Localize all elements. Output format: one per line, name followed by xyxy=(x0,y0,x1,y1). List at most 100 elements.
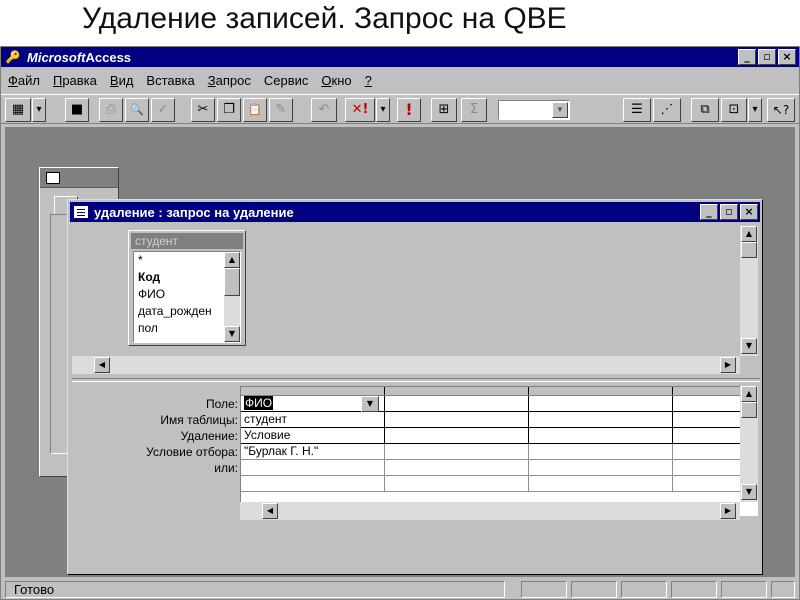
grid-cell[interactable] xyxy=(528,459,674,476)
status-indicator xyxy=(571,581,617,598)
properties-icon[interactable]: ☰ xyxy=(623,98,651,122)
new-object-dropdown-icon[interactable]: ▾ xyxy=(748,98,762,122)
format-painter-icon[interactable]: ✎ xyxy=(269,98,293,122)
slide-title: Удаление записей. Запрос на QBE xyxy=(82,2,567,35)
print-preview-icon[interactable]: 🔍 xyxy=(125,98,149,122)
menubar: Файл Правка Вид Вставка Запрос Сервис Ок… xyxy=(1,69,799,91)
table-pane-hscroll[interactable]: ◀ ▶ xyxy=(72,356,740,374)
menu-view[interactable]: Вид xyxy=(104,73,140,88)
cut-icon[interactable]: ✂ xyxy=(191,98,215,122)
scroll-left-icon[interactable]: ◀ xyxy=(262,503,278,519)
grid-row-labels: Поле: Имя таблицы: Удаление: Условие отб… xyxy=(72,396,238,476)
row-label-field: Поле: xyxy=(205,397,238,411)
scroll-right-icon[interactable]: ▶ xyxy=(720,503,736,519)
grid-cell[interactable] xyxy=(528,411,674,428)
status-indicator xyxy=(671,581,717,598)
print-icon[interactable]: ⎙ xyxy=(99,98,123,122)
scroll-right-icon[interactable]: ▶ xyxy=(720,357,736,373)
paste-icon[interactable]: 📋 xyxy=(243,98,267,122)
top-values-dropdown-icon[interactable]: ▼ xyxy=(552,102,568,118)
pane-splitter[interactable] xyxy=(72,378,760,382)
grid-cell-delete[interactable]: Условие xyxy=(241,427,386,444)
status-indicator xyxy=(521,581,567,598)
query-minimize-button[interactable]: _ xyxy=(700,204,718,220)
grid-cell[interactable] xyxy=(528,475,674,492)
row-label-criteria: Условие отбора: xyxy=(146,445,238,459)
app-title-name: Access xyxy=(85,49,132,65)
view-icon[interactable]: ▦ xyxy=(5,98,31,122)
scroll-thumb[interactable] xyxy=(224,268,240,296)
undo-icon[interactable]: ↶ xyxy=(311,98,337,122)
design-grid-pane: Поле: Имя таблицы: Удаление: Условие отб… xyxy=(72,386,760,572)
grid-cell[interactable] xyxy=(384,459,530,476)
database-window-icon[interactable]: ⧉ xyxy=(691,98,719,122)
status-indicator xyxy=(771,581,795,598)
build-icon[interactable]: ⋰ xyxy=(653,98,681,122)
query-type-icon[interactable]: ✕! xyxy=(345,98,375,122)
scroll-down-icon[interactable]: ▼ xyxy=(741,484,757,500)
grid-cell-table[interactable]: студент xyxy=(241,411,386,428)
help-icon[interactable]: ↖? xyxy=(767,98,795,122)
menu-tools[interactable]: Сервис xyxy=(258,73,315,88)
grid-cell[interactable] xyxy=(384,411,530,428)
scroll-left-icon[interactable]: ◀ xyxy=(94,357,110,373)
query-type-dropdown-icon[interactable]: ▾ xyxy=(376,98,390,122)
save-icon[interactable]: ■ xyxy=(65,98,89,122)
field-list-student[interactable]: студент * Код ФИО дата_рожден пол ▲ ▼ xyxy=(128,230,246,346)
table-pane-area[interactable]: студент * Код ФИО дата_рожден пол ▲ ▼ xyxy=(74,226,740,356)
top-values-combo[interactable]: ▼ xyxy=(498,100,570,120)
grid-cell-criteria[interactable]: "Бурлак Г. Н." xyxy=(241,443,386,460)
scroll-up-icon[interactable]: ▲ xyxy=(741,386,757,402)
menu-query[interactable]: Запрос xyxy=(202,73,257,88)
app-close-button[interactable]: × xyxy=(778,49,796,65)
query-icon xyxy=(74,206,88,218)
column-selector[interactable] xyxy=(241,387,386,396)
show-table-icon[interactable]: ⊞ xyxy=(431,98,457,122)
grid-hscroll[interactable]: ◀ ▶ xyxy=(240,502,740,520)
new-object-icon[interactable]: ⊡ xyxy=(721,98,747,122)
scroll-thumb[interactable] xyxy=(741,242,757,258)
app-title-brand: Microsoft xyxy=(27,49,86,65)
statusbar: Готово xyxy=(1,579,799,599)
scroll-up-icon[interactable]: ▲ xyxy=(741,226,757,242)
scroll-up-icon[interactable]: ▲ xyxy=(224,252,240,268)
query-window-titlebar[interactable]: удаление : запрос на удаление _ ▫ × xyxy=(70,202,760,222)
grid-cell[interactable] xyxy=(384,443,530,460)
access-window: 🔑 Microsoft Access _ ▫ × Файл Правка Вид… xyxy=(0,46,800,600)
menu-window[interactable]: Окно xyxy=(315,73,357,88)
grid-cell[interactable] xyxy=(384,475,530,492)
menu-edit[interactable]: Правка xyxy=(47,73,103,88)
view-dropdown-icon[interactable]: ▾ xyxy=(32,98,46,122)
menu-file[interactable]: Файл xyxy=(2,73,46,88)
scroll-down-icon[interactable]: ▼ xyxy=(224,326,240,342)
copy-icon[interactable]: ❐ xyxy=(217,98,241,122)
field-list-scrollbar[interactable]: ▲ ▼ xyxy=(224,252,240,342)
column-selector[interactable] xyxy=(384,387,530,396)
spelling-icon[interactable]: ✓ xyxy=(151,98,175,122)
scroll-down-icon[interactable]: ▼ xyxy=(741,338,757,354)
grid-cell[interactable] xyxy=(384,427,530,444)
table-pane-vscroll[interactable]: ▲ ▼ xyxy=(740,226,758,356)
column-selector[interactable] xyxy=(528,387,674,396)
field-list-items: * Код ФИО дата_рожден пол ▲ ▼ xyxy=(133,251,241,343)
query-design-window: удаление : запрос на удаление _ ▫ × студ… xyxy=(67,199,763,575)
query-close-button[interactable]: × xyxy=(740,204,758,220)
query-restore-button[interactable]: ▫ xyxy=(720,204,738,220)
field-list-title[interactable]: студент xyxy=(131,233,243,249)
grid-cell[interactable] xyxy=(384,395,530,412)
grid-cell[interactable] xyxy=(241,475,386,492)
grid-cell[interactable] xyxy=(528,427,674,444)
totals-icon[interactable]: Σ xyxy=(461,98,487,122)
menu-help[interactable]: ? xyxy=(359,73,378,88)
field-dropdown-icon[interactable]: ▼ xyxy=(361,396,379,412)
app-restore-button[interactable]: ▫ xyxy=(758,49,776,65)
menu-insert[interactable]: Вставка xyxy=(140,73,200,88)
app-titlebar[interactable]: 🔑 Microsoft Access _ ▫ × xyxy=(1,47,799,67)
grid-cell-or[interactable] xyxy=(241,459,386,476)
grid-vscroll[interactable]: ▲ ▼ xyxy=(740,386,758,502)
scroll-thumb[interactable] xyxy=(741,402,757,418)
grid-cell[interactable] xyxy=(528,443,674,460)
grid-cell[interactable] xyxy=(528,395,674,412)
run-icon[interactable]: ! xyxy=(397,98,421,122)
app-minimize-button[interactable]: _ xyxy=(738,49,756,65)
